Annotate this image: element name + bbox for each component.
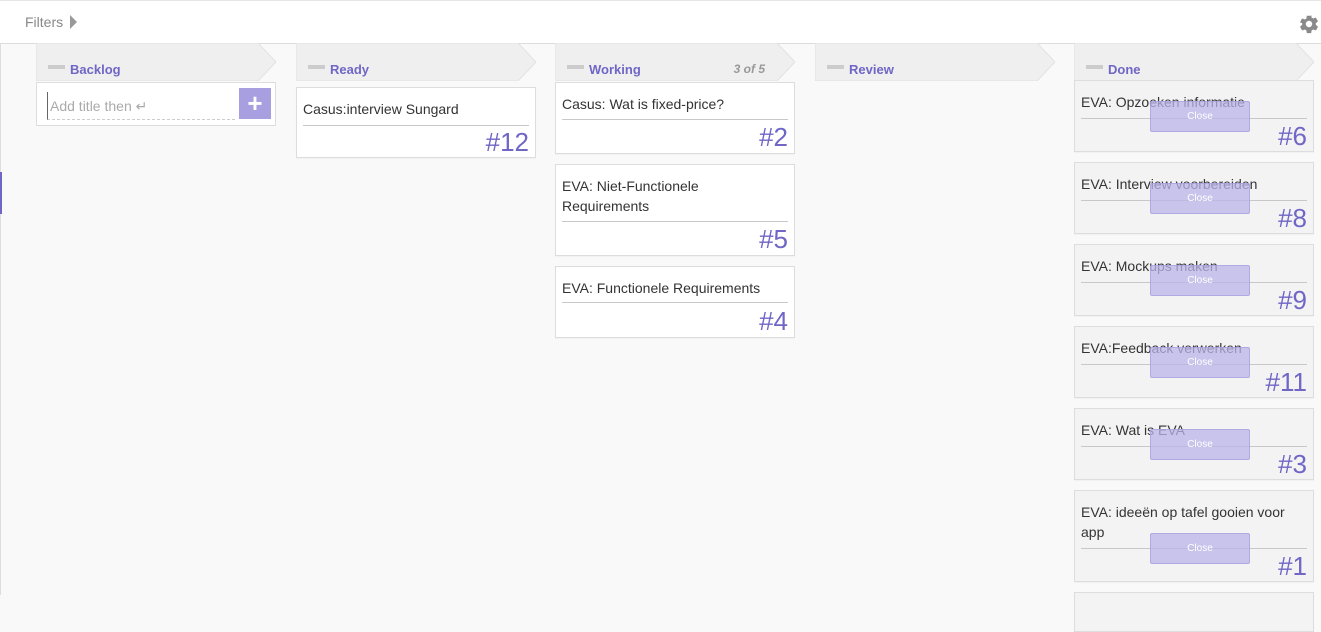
task-card[interactable]: Casus:interview Sungard #12 xyxy=(296,87,536,158)
card-title: EVA: Functionele Requirements xyxy=(562,280,761,296)
task-card[interactable]: EVA: Niet-Functionele Requirements #5 xyxy=(555,164,795,256)
close-card-button[interactable]: Close xyxy=(1150,347,1250,378)
close-card-button[interactable]: Close xyxy=(1150,265,1250,296)
column-title: Done xyxy=(1108,62,1141,77)
card-number: #6 xyxy=(1278,121,1307,151)
task-card[interactable]: EVA: Interview voorbereiden Close #8 xyxy=(1074,162,1314,234)
column-done: Done EVA: Opzoeken informatie Close #6 E… xyxy=(1074,43,1314,632)
card-number: #4 xyxy=(759,306,788,336)
collapse-icon xyxy=(48,65,65,69)
collapse-icon xyxy=(567,65,584,69)
filters-label: Filters xyxy=(25,14,64,30)
collapse-icon xyxy=(308,65,325,69)
card-number: #2 xyxy=(759,122,788,152)
task-card[interactable]: EVA: Functionele Requirements #4 xyxy=(555,266,795,338)
filters-toggle[interactable]: Filters xyxy=(25,14,78,30)
task-card[interactable]: EVA:Feedback verwerken Close #11 xyxy=(1074,326,1314,398)
collapse-icon xyxy=(1086,65,1103,69)
column-review: Review xyxy=(815,43,1055,81)
wip-count: 3 of 5 xyxy=(733,62,765,76)
collapse-icon xyxy=(827,65,844,69)
top-bar: Filters xyxy=(0,0,1321,44)
card-divider xyxy=(562,221,788,222)
task-card[interactable]: EVA: Mockups maken Close #9 xyxy=(1074,244,1314,316)
task-card[interactable]: EVA: ideeën op tafel gooien voor app Clo… xyxy=(1074,490,1314,582)
column-ready: Ready Casus:interview Sungard #12 xyxy=(296,43,536,158)
column-header-done[interactable]: Done xyxy=(1074,43,1314,81)
left-rail-marker xyxy=(0,172,2,214)
card-number: #1 xyxy=(1278,551,1307,581)
column-header-working[interactable]: Working 3 of 5 xyxy=(555,43,795,81)
close-card-button[interactable]: Close xyxy=(1150,183,1250,214)
card-title: Casus:interview Sungard xyxy=(303,101,459,117)
add-card-button[interactable]: + xyxy=(239,88,271,119)
column-backlog: Backlog + xyxy=(36,43,276,126)
task-card[interactable]: Casus: Wat is fixed-price? #2 xyxy=(555,82,795,154)
left-rail xyxy=(0,44,1,595)
task-card-partial[interactable] xyxy=(1074,592,1314,632)
close-card-button[interactable]: Close xyxy=(1150,533,1250,564)
gear-icon[interactable] xyxy=(1298,13,1320,35)
add-title-input[interactable] xyxy=(47,92,235,120)
card-title: EVA: Niet-Functionele Requirements xyxy=(562,178,699,214)
card-number: #12 xyxy=(485,127,529,157)
column-title: Review xyxy=(849,62,894,77)
card-number: #8 xyxy=(1278,203,1307,233)
column-title: Working xyxy=(589,62,641,77)
caret-right-icon xyxy=(70,15,78,29)
column-working: Working 3 of 5 Casus: Wat is fixed-price… xyxy=(555,43,795,338)
column-title: Ready xyxy=(330,62,370,77)
card-number: #9 xyxy=(1278,285,1307,315)
task-card[interactable]: EVA: Wat is EVA Close #3 xyxy=(1074,408,1314,480)
add-card-box: + xyxy=(36,82,276,126)
close-card-button[interactable]: Close xyxy=(1150,101,1250,132)
column-header-ready[interactable]: Ready xyxy=(296,43,536,81)
card-number: #3 xyxy=(1278,449,1307,479)
card-divider xyxy=(562,119,788,120)
close-card-button[interactable]: Close xyxy=(1150,429,1250,460)
column-title: Backlog xyxy=(70,62,121,77)
column-header-backlog[interactable]: Backlog xyxy=(36,43,276,81)
card-divider xyxy=(303,125,529,126)
column-header-review[interactable]: Review xyxy=(815,43,1055,81)
card-number: #5 xyxy=(759,224,788,254)
card-number: #11 xyxy=(1265,367,1307,397)
card-title: Casus: Wat is fixed-price? xyxy=(562,96,725,112)
card-divider xyxy=(562,302,788,303)
task-card[interactable]: EVA: Opzoeken informatie Close #6 xyxy=(1074,80,1314,152)
